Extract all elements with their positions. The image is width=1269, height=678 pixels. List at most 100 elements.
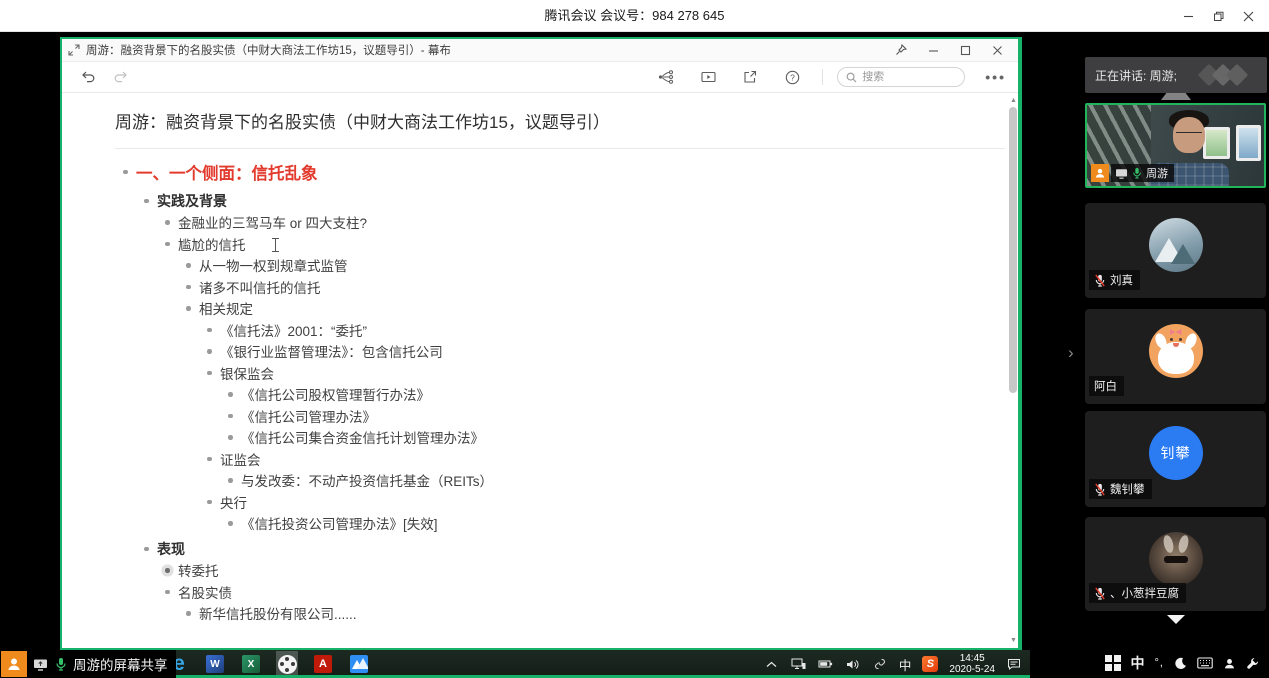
bullet-icon[interactable] (207, 500, 212, 505)
outline-item[interactable]: 《信托法》2001：“委托” (62, 319, 1020, 341)
outline-item[interactable]: 银保监会 (62, 362, 1020, 384)
sidebar-collapse-chevron[interactable]: › (1068, 344, 1074, 361)
search-input[interactable] (862, 71, 952, 83)
bullet-icon[interactable] (186, 263, 191, 268)
ime-wrench-icon[interactable] (1246, 657, 1259, 670)
bullet-icon[interactable] (228, 414, 233, 419)
outline-item[interactable]: 转委托 (62, 560, 1020, 582)
bullet-icon[interactable] (186, 306, 191, 311)
minimize-icon[interactable] (1173, 0, 1203, 32)
export-icon[interactable] (738, 65, 762, 89)
participant-tile[interactable]: 刘真 (1085, 203, 1266, 298)
close-icon[interactable] (1233, 0, 1263, 32)
bullet-icon[interactable] (165, 242, 170, 247)
outline-text[interactable]: 《信托投资公司管理办法》[失效] (241, 513, 438, 533)
ime-punct-mode[interactable]: °, (1155, 657, 1164, 669)
bullet-icon[interactable] (144, 199, 149, 204)
collapsed-bullet-icon[interactable] (165, 568, 170, 573)
bullet-icon[interactable] (186, 611, 191, 616)
outline-text[interactable]: 名股实债 (178, 582, 232, 602)
help-icon[interactable]: ? (780, 65, 804, 89)
scroll-more-arrow-icon[interactable] (1167, 615, 1185, 624)
outline-text[interactable]: 金融业的三驾马车 or 四大支柱? (178, 212, 367, 232)
outline-text[interactable]: 与发改委：不动产投资信托基金（REITs） (241, 470, 493, 490)
close-icon[interactable] (988, 41, 1006, 59)
bullet-icon[interactable] (207, 328, 212, 333)
outline-text[interactable]: 转委托 (178, 560, 219, 580)
tray-network-icon[interactable] (791, 656, 807, 672)
outline-text[interactable]: 相关规定 (199, 298, 253, 318)
outline-item[interactable]: 《信托公司集合资金信托计划管理办法》 (62, 427, 1020, 449)
redo-icon[interactable] (108, 65, 132, 89)
outline-text[interactable]: 表现 (157, 539, 185, 559)
word-icon[interactable]: W (204, 651, 226, 677)
outline-item[interactable]: 《银行业监督管理法》：包含信托公司 (62, 341, 1020, 363)
action-center-icon[interactable] (1006, 656, 1022, 672)
bullet-icon[interactable] (207, 371, 212, 376)
bullet-icon[interactable] (228, 521, 233, 526)
tray-chevron-up-icon[interactable] (764, 656, 780, 672)
document-title[interactable]: 周游：融资背景下的名股实债（中财大商法工作坊15，议题导引） (115, 108, 950, 133)
outline-item[interactable]: 一、一个侧面：信托乱象 (62, 158, 1020, 186)
bullet-icon[interactable] (228, 392, 233, 397)
tray-ime-lang[interactable]: 中 (899, 655, 912, 674)
tray-clock[interactable]: 14:45 2020-5-24 (949, 653, 995, 676)
pin-icon[interactable] (892, 41, 910, 59)
expand-icon[interactable] (68, 44, 80, 56)
outline-text[interactable]: 《信托公司管理办法》 (241, 406, 376, 426)
outline-text[interactable]: 从一物一权到规章式监管 (199, 255, 348, 275)
outline-text[interactable]: 《信托法》2001：“委托” (220, 320, 367, 340)
tray-battery-icon[interactable] (818, 656, 834, 672)
excel-icon[interactable]: X (240, 651, 262, 677)
outline-text[interactable]: 新华信托股份有限公司...... (199, 603, 357, 623)
participant-tile[interactable]: 钊攀 魏钊攀 (1085, 411, 1266, 507)
media-reel-icon[interactable] (276, 651, 298, 677)
minimize-icon[interactable] (924, 41, 942, 59)
outline-item[interactable]: 与发改委：不动产投资信托基金（REITs） (62, 470, 1020, 492)
bullet-icon[interactable] (186, 285, 191, 290)
outline-item[interactable]: 证监会 (62, 448, 1020, 470)
presentation-icon[interactable] (696, 65, 720, 89)
outline-item[interactable]: 《信托公司管理办法》 (62, 405, 1020, 427)
outline-text[interactable]: 银保监会 (220, 363, 274, 383)
outline-item[interactable]: 相关规定 (62, 298, 1020, 320)
outline-item[interactable]: 央行 (62, 491, 1020, 513)
outline-text[interactable]: 《银行业监督管理法》：包含信托公司 (220, 341, 443, 361)
acrobat-icon[interactable]: A (312, 651, 334, 677)
bullet-icon[interactable] (207, 457, 212, 462)
outline-item[interactable]: 《信托投资公司管理办法》[失效] (62, 513, 1020, 535)
participant-tile-video[interactable]: 周游 (1085, 103, 1266, 188)
outline-text[interactable]: 证监会 (220, 449, 261, 469)
ime-user-icon[interactable] (1223, 657, 1236, 670)
outline-item[interactable]: 金融业的三驾马车 or 四大支柱? (62, 212, 1020, 234)
outline-text[interactable]: 《信托公司集合资金信托计划管理办法》 (241, 427, 484, 447)
ime-moon-icon[interactable] (1174, 657, 1187, 670)
outline-text[interactable]: 央行 (220, 492, 247, 512)
outline-text[interactable]: 《信托公司股权管理暂行办法》 (241, 384, 430, 404)
bullet-icon[interactable] (207, 349, 212, 354)
outline-item[interactable]: 表现 (62, 538, 1020, 560)
bullet-icon[interactable] (228, 435, 233, 440)
more-menu-icon[interactable]: ••• (985, 69, 1006, 85)
ime-logo-icon[interactable] (1105, 655, 1121, 671)
outline-text[interactable]: 实践及背景 (157, 191, 227, 211)
tray-link-icon[interactable] (872, 656, 888, 672)
bullet-icon[interactable] (144, 547, 149, 552)
mubu-icon[interactable] (348, 651, 370, 677)
outline-text[interactable]: 诸多不叫信托的信托 (199, 277, 321, 297)
maximize-icon[interactable] (956, 41, 974, 59)
ime-keyboard-icon[interactable] (1197, 657, 1213, 669)
participant-tile[interactable]: 、小葱拌豆腐 (1085, 517, 1266, 611)
outline-item[interactable]: 诸多不叫信托的信托 (62, 276, 1020, 298)
outline-item[interactable]: 实践及背景 (62, 190, 1020, 212)
restore-icon[interactable] (1203, 0, 1233, 32)
outline-text[interactable]: 尴尬的信托 (178, 234, 246, 254)
bullet-icon[interactable] (228, 478, 233, 483)
scrollbar-thumb[interactable] (1009, 107, 1017, 393)
tray-volume-icon[interactable] (845, 656, 861, 672)
bullet-icon[interactable] (165, 220, 170, 225)
mindmap-icon[interactable] (654, 65, 678, 89)
outline-item[interactable]: 尴尬的信托 (62, 233, 1020, 255)
participant-tile[interactable]: 阿白 (1085, 309, 1266, 404)
sidebar-handle[interactable] (1161, 93, 1191, 100)
